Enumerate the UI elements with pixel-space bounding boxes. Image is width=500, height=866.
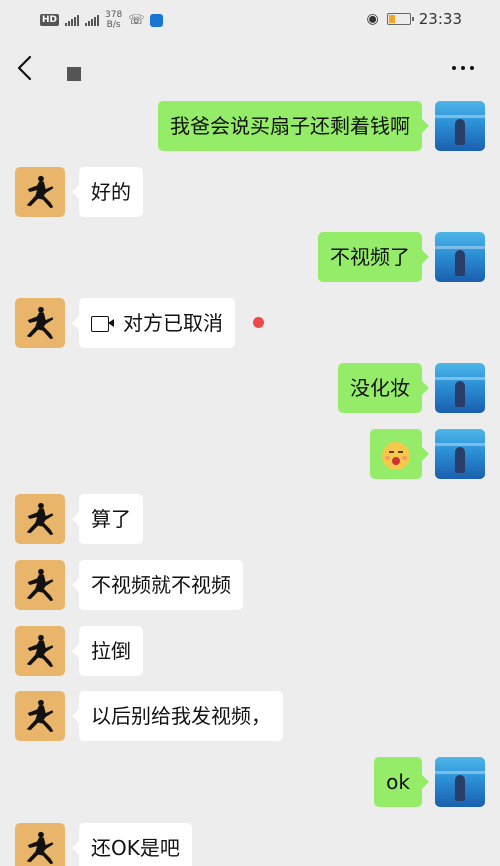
contact-avatar[interactable] — [15, 560, 65, 610]
message-row: 好的 — [0, 167, 500, 217]
message-text: 还OK是吧 — [91, 836, 180, 860]
blushing-face-emoji — [382, 441, 410, 470]
received-message-bubble[interactable]: 以后别给我发视频， — [72, 691, 283, 741]
message-row: 没化妆 — [0, 363, 500, 413]
avatar-wave — [435, 771, 485, 774]
jumpman-logo-icon — [26, 306, 54, 340]
video-call-icon — [91, 316, 115, 332]
contact-avatar[interactable] — [15, 626, 65, 676]
received-message-bubble[interactable]: 还OK是吧 — [72, 823, 192, 866]
clock: 23:33 — [418, 10, 462, 28]
my-avatar[interactable] — [435, 232, 485, 282]
jumpman-logo-icon — [26, 568, 54, 602]
message-text: 算了 — [91, 507, 131, 531]
network-speed-value: 378 — [105, 10, 123, 20]
contact-avatar[interactable] — [15, 298, 65, 348]
my-avatar[interactable] — [435, 101, 485, 151]
battery-fill — [388, 15, 396, 23]
message-row: 拉倒 — [0, 626, 500, 676]
battery-icon — [386, 13, 414, 25]
message-text: ok — [386, 770, 410, 794]
message-row: 不视频了 — [0, 232, 500, 282]
message-row: 还OK是吧 — [0, 823, 500, 866]
sent-message-bubble[interactable]: ok — [374, 757, 429, 807]
avatar-figure — [455, 447, 465, 473]
message-text: 不视频了 — [330, 245, 410, 269]
my-avatar[interactable] — [435, 363, 485, 413]
avatar-figure — [455, 775, 465, 801]
unread-dot — [253, 317, 264, 328]
avatar-wave — [435, 443, 485, 446]
message-text: 对方已取消 — [123, 311, 223, 335]
signal-icon — [65, 14, 80, 26]
status-left: HD 378 B/s ☏ — [40, 10, 164, 30]
message-row: 算了 — [0, 494, 500, 544]
avatar-figure — [455, 119, 465, 145]
received-message-bubble[interactable]: 算了 — [72, 494, 143, 544]
message-row: 我爸会说买扇子还剩着钱啊 — [0, 101, 500, 151]
received-message-bubble[interactable]: 对方已取消 — [72, 298, 235, 348]
jumpman-logo-icon — [26, 634, 54, 668]
contact-avatar[interactable] — [15, 167, 65, 217]
contact-avatar[interactable] — [15, 494, 65, 544]
message-text: 没化妆 — [350, 376, 410, 400]
missed-call-icon: ☏ — [128, 12, 145, 28]
jumpman-logo-icon — [26, 175, 54, 209]
more-dots-icon[interactable] — [452, 60, 478, 76]
contact-avatar[interactable] — [15, 823, 65, 866]
sent-message-bubble[interactable]: 没化妆 — [338, 363, 429, 413]
chevron-left-icon[interactable] — [14, 54, 36, 82]
message-row: 不视频就不视频 — [0, 560, 500, 610]
eye-comfort-icon: ◉ — [366, 11, 379, 27]
received-message-bubble[interactable]: 不视频就不视频 — [72, 560, 243, 610]
sent-message-bubble[interactable]: 不视频了 — [318, 232, 429, 282]
network-speed: 378 B/s — [105, 10, 122, 30]
message-row: ok — [0, 757, 500, 807]
received-message-bubble[interactable]: 拉倒 — [72, 626, 143, 676]
my-avatar[interactable] — [435, 757, 485, 807]
sent-message-bubble[interactable] — [370, 429, 429, 479]
status-right: ◉ 23:33 — [367, 10, 462, 28]
message-row — [0, 429, 500, 479]
chat-title-placeholder-icon[interactable] — [67, 67, 81, 81]
hd-badge: HD — [40, 14, 60, 26]
message-text: 我爸会说买扇子还剩着钱啊 — [170, 114, 410, 138]
my-avatar[interactable] — [435, 429, 485, 479]
jumpman-logo-icon — [26, 699, 54, 733]
message-text: 以后别给我发视频， — [91, 704, 271, 728]
jumpman-logo-icon — [26, 502, 54, 536]
shield-icon — [150, 13, 164, 27]
message-text: 好的 — [91, 180, 131, 204]
sent-message-bubble[interactable]: 我爸会说买扇子还剩着钱啊 — [158, 101, 429, 151]
status-bar: HD 378 B/s ☏ ◉ 23:33 — [0, 0, 500, 40]
avatar-figure — [455, 250, 465, 276]
message-text: 拉倒 — [91, 639, 131, 663]
message-row: 对方已取消 — [0, 298, 500, 348]
signal-4g-icon — [85, 14, 100, 26]
message-row: 以后别给我发视频， — [0, 691, 500, 741]
contact-avatar[interactable] — [15, 691, 65, 741]
avatar-wave — [435, 246, 485, 249]
avatar-wave — [435, 115, 485, 118]
jumpman-logo-icon — [26, 831, 54, 865]
avatar-wave — [435, 377, 485, 380]
network-speed-unit: B/s — [106, 20, 121, 30]
message-text: 不视频就不视频 — [91, 573, 231, 597]
avatar-figure — [455, 381, 465, 407]
chat-header — [0, 40, 500, 98]
received-message-bubble[interactable]: 好的 — [72, 167, 143, 217]
